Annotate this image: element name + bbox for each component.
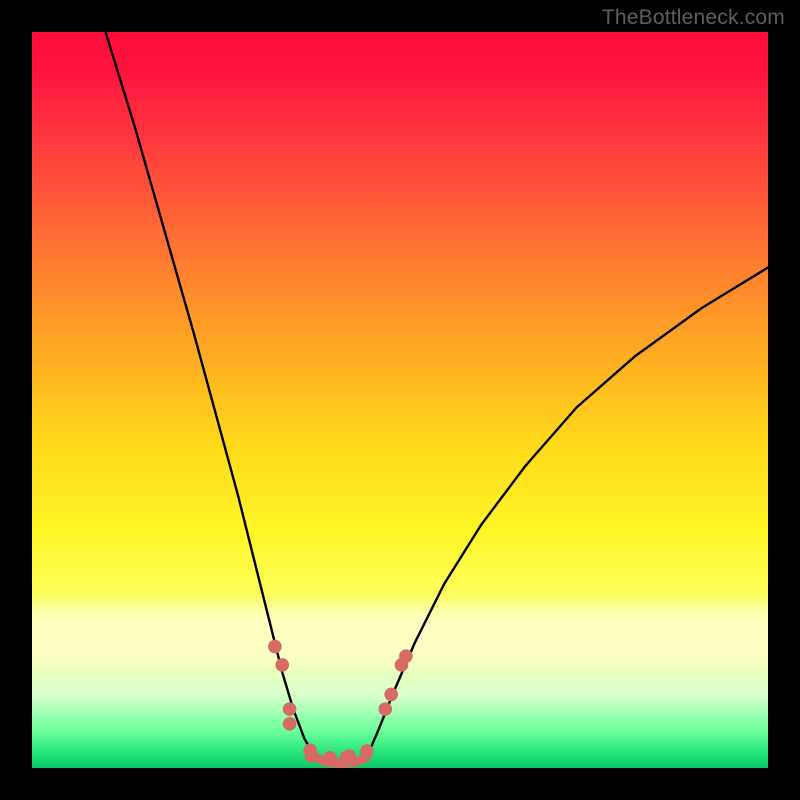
marker-dot (283, 702, 297, 716)
marker-dot (275, 658, 289, 672)
marker-dot (384, 688, 398, 702)
marker-dot (283, 717, 297, 731)
curve-layer (32, 32, 768, 768)
marker-dot (399, 649, 413, 663)
chart-frame: TheBottleneck.com (0, 0, 800, 800)
watermark-text: TheBottleneck.com (602, 6, 785, 30)
marker-dot (323, 751, 337, 765)
plot-area (32, 32, 768, 768)
marker-dot (268, 640, 282, 654)
marker-dot (305, 749, 319, 763)
series-left-curve (106, 32, 316, 757)
marker-dot (360, 744, 374, 758)
series-right-curve (367, 268, 768, 757)
marker-dot (378, 702, 392, 716)
marker-dot (342, 749, 356, 763)
